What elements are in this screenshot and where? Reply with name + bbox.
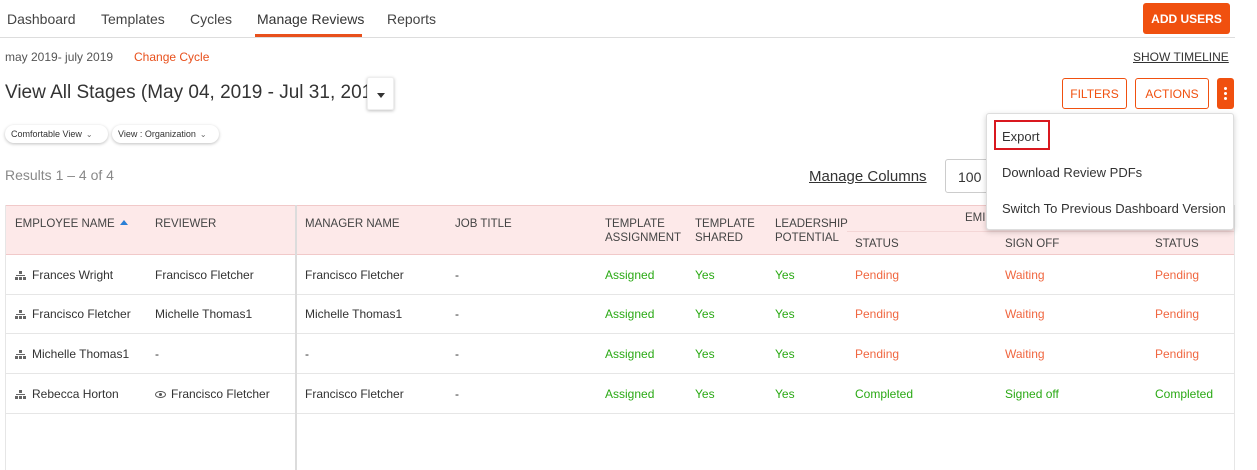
col-template-shared[interactable]: TEMPLATE SHARED [695,217,755,245]
active-tab-indicator [255,34,362,37]
col-reviewer[interactable]: REVIEWER [155,217,216,231]
eye-icon [155,391,166,398]
stage-dropdown-button[interactable] [367,77,394,110]
table-row[interactable]: Frances Wright Francisco Fletcher Franci… [6,255,1234,295]
organization-view-chip[interactable]: View : Organization ⌄ [112,125,219,143]
page-title: View All Stages (May 04, 2019 - Jul 31, … [5,82,390,103]
leadership-cell: Yes [775,387,795,401]
status-cell: Completed [855,387,914,401]
org-chart-icon [15,390,26,399]
results-count: Results 1 – 4 of 4 [5,167,114,183]
nav-templates[interactable]: Templates [101,11,165,27]
shared-cell: Yes [695,307,715,321]
job-title-cell: - [455,307,459,321]
table-row[interactable]: Rebecca Horton Francisco Fletcher Franci… [6,374,1234,414]
reviewer-cell: Francisco Fletcher [155,387,270,401]
nav-reports[interactable]: Reports [387,11,436,27]
show-timeline-link[interactable]: SHOW TIMELINE [1133,50,1229,64]
col-employee-name[interactable]: EMPLOYEE NAME [15,217,128,231]
chip-label: Comfortable View [11,129,82,139]
col-status[interactable]: STATUS [855,237,899,251]
actions-button[interactable]: ACTIONS [1135,78,1209,109]
assignment-cell: Assigned [605,307,655,321]
employee-cell[interactable]: Michelle Thomas1 [15,347,129,361]
change-cycle-link[interactable]: Change Cycle [134,50,209,64]
manager-cell: Francisco Fletcher [305,268,404,282]
menu-item-switch-dashboard[interactable]: Switch To Previous Dashboard Version [1002,201,1226,216]
reviewer-cell: - [155,347,159,361]
status-2-cell: Pending [1155,347,1200,361]
assignment-cell: Assigned [605,268,655,282]
chevron-down-icon: ⌄ [85,130,93,139]
assignment-cell: Assigned [605,387,655,401]
col-group-header: EMI [965,212,986,224]
manager-cell: Michelle Thomas1 [305,307,403,321]
job-title-cell: - [455,347,459,361]
leadership-cell: Yes [775,347,795,361]
leadership-cell: Yes [775,268,795,282]
status-2-cell: Completed [1155,387,1214,401]
sign-off-cell: Waiting [1005,347,1045,361]
col-template-assignment[interactable]: TEMPLATE ASSIGNMENT [605,217,681,245]
manager-cell: Francisco Fletcher [305,387,404,401]
manage-columns-link[interactable]: Manage Columns [809,168,927,185]
reviewer-cell: Michelle Thomas1 [155,307,253,321]
shared-cell: Yes [695,268,715,282]
nav-dashboard[interactable]: Dashboard [7,11,76,27]
reviews-table: EMPLOYEE NAME REVIEWER MANAGER NAME JOB … [5,205,1235,470]
reviewer-cell: Francisco Fletcher [155,268,254,282]
status-cell: Pending [855,347,900,361]
col-job-title[interactable]: JOB TITLE [455,217,512,231]
shared-cell: Yes [695,387,715,401]
frozen-column-divider [295,205,297,470]
col-status-2[interactable]: STATUS [1155,237,1199,251]
menu-item-download-pdfs[interactable]: Download Review PDFs [1002,165,1142,180]
filters-button[interactable]: FILTERS [1062,78,1127,109]
status-cell: Pending [855,307,900,321]
employee-cell[interactable]: Francisco Fletcher [15,307,131,321]
org-chart-icon [15,271,26,280]
table-row[interactable]: Michelle Thomas1 - - - Assigned Yes Yes … [6,334,1234,374]
sign-off-cell: Signed off [1005,387,1059,401]
comfortable-view-chip[interactable]: Comfortable View ⌄ [5,125,108,143]
status-cell: Pending [855,268,900,282]
col-manager-name[interactable]: MANAGER NAME [305,217,400,231]
shared-cell: Yes [695,347,715,361]
top-nav: Dashboard Templates Cycles Manage Review… [0,0,1235,38]
job-title-cell: - [455,268,459,282]
sort-asc-icon [119,220,128,225]
nav-cycles[interactable]: Cycles [190,11,232,27]
nav-manage-reviews[interactable]: Manage Reviews [257,11,364,27]
job-title-cell: - [455,387,459,401]
chevron-down-icon: ⌄ [199,130,207,139]
assignment-cell: Assigned [605,347,655,361]
col-leadership-potential[interactable]: LEADERSHIP POTENTIAL [775,217,848,245]
cycle-range: may 2019- july 2019 [5,50,114,64]
chip-label: View : Organization [118,129,196,139]
menu-item-export[interactable]: Export [1002,129,1040,144]
add-users-button[interactable]: ADD USERS [1143,3,1230,34]
more-options-button[interactable] [1217,78,1234,109]
status-2-cell: Pending [1155,268,1200,282]
sign-off-cell: Waiting [1005,307,1045,321]
org-chart-icon [15,350,26,359]
manager-cell: - [305,347,309,361]
org-chart-icon [15,310,26,319]
table-row[interactable]: Francisco Fletcher Michelle Thomas1 Mich… [6,294,1234,334]
sign-off-cell: Waiting [1005,268,1045,282]
caret-down-icon [377,93,385,98]
employee-cell[interactable]: Rebecca Horton [15,387,119,401]
more-options-menu: Export Download Review PDFs Switch To Pr… [986,113,1234,230]
col-sign-off[interactable]: SIGN OFF [1005,237,1059,251]
status-2-cell: Pending [1155,307,1200,321]
employee-cell[interactable]: Frances Wright [15,268,113,282]
leadership-cell: Yes [775,307,795,321]
